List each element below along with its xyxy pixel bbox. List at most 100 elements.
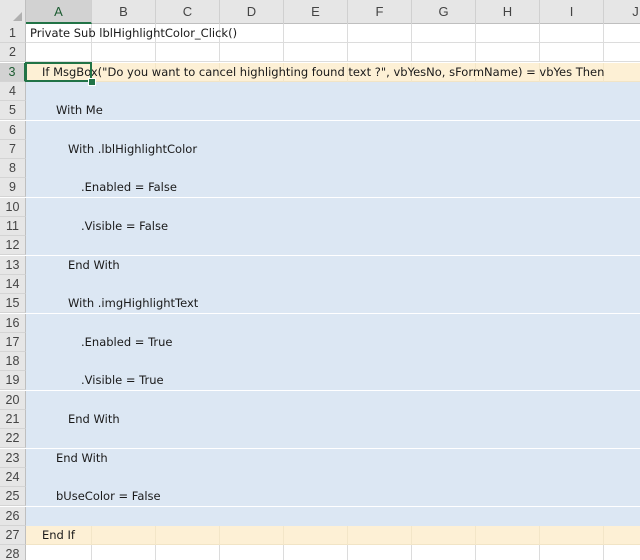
row-header-24[interactable]: 24 xyxy=(0,468,26,487)
select-all-button[interactable] xyxy=(0,0,26,24)
column-header-c[interactable]: C xyxy=(156,0,220,24)
row-header-19[interactable]: 19 xyxy=(0,371,26,390)
sheet-row[interactable]: End If xyxy=(26,526,640,545)
column-gridline xyxy=(155,101,156,120)
column-gridline xyxy=(539,314,540,333)
sheet-row[interactable]: .Visible = False xyxy=(26,217,640,236)
sheet-row[interactable]: With .lblHighlightColor xyxy=(26,140,640,159)
row-header-17[interactable]: 17 xyxy=(0,333,26,352)
column-gridline xyxy=(347,410,348,429)
row-header-27[interactable]: 27 xyxy=(0,526,26,545)
cell-a25[interactable]: bUseColor = False xyxy=(56,487,161,506)
sheet-row[interactable] xyxy=(26,121,640,140)
sheet-row[interactable] xyxy=(26,236,640,255)
sheet-row[interactable]: With Me xyxy=(26,101,640,120)
column-header-b[interactable]: B xyxy=(92,0,156,24)
sheet-row[interactable] xyxy=(26,43,640,62)
column-gridline xyxy=(91,468,92,487)
sheet-row[interactable]: End With xyxy=(26,449,640,468)
row-header-25[interactable]: 25 xyxy=(0,487,26,506)
sheet-row[interactable] xyxy=(26,352,640,371)
sheet-row[interactable] xyxy=(26,314,640,333)
row-header-23[interactable]: 23 xyxy=(0,449,26,468)
row-header-28[interactable]: 28 xyxy=(0,545,26,560)
cell-a13[interactable]: End With xyxy=(68,256,120,275)
row-header-22[interactable]: 22 xyxy=(0,429,26,448)
column-gridline xyxy=(283,140,284,159)
sheet-row[interactable]: With .imgHighlightText xyxy=(26,294,640,313)
row-header-3[interactable]: 3 xyxy=(0,63,26,82)
column-header-g[interactable]: G xyxy=(412,0,476,24)
sheet-row[interactable] xyxy=(26,391,640,410)
sheet-row[interactable] xyxy=(26,545,640,560)
column-gridline xyxy=(347,24,348,43)
cell-a27[interactable]: End If xyxy=(42,526,75,545)
cell-a21[interactable]: End With xyxy=(68,410,120,429)
sheet-row[interactable]: .Visible = True xyxy=(26,371,640,390)
row-header-13[interactable]: 13 xyxy=(0,256,26,275)
column-header-a[interactable]: A xyxy=(26,0,92,24)
column-gridline xyxy=(411,43,412,62)
column-header-j[interactable]: J xyxy=(604,0,640,24)
column-gridline xyxy=(539,198,540,217)
row-header-2[interactable]: 2 xyxy=(0,43,26,62)
row-header-1[interactable]: 1 xyxy=(0,24,26,43)
cell-a7[interactable]: With .lblHighlightColor xyxy=(68,140,197,159)
column-header-i[interactable]: I xyxy=(540,0,604,24)
cell-a15[interactable]: With .imgHighlightText xyxy=(68,294,198,313)
column-header-d[interactable]: D xyxy=(220,0,284,24)
row-header-21[interactable]: 21 xyxy=(0,410,26,429)
column-gridline xyxy=(347,352,348,371)
row-header-5[interactable]: 5 xyxy=(0,101,26,120)
row-header-6[interactable]: 6 xyxy=(0,121,26,140)
column-gridline xyxy=(411,82,412,101)
sheet-row[interactable]: End With xyxy=(26,410,640,429)
column-header-e[interactable]: E xyxy=(284,0,348,24)
row-header-4[interactable]: 4 xyxy=(0,82,26,101)
sheet-row[interactable]: bUseColor = False xyxy=(26,487,640,506)
cell-a1[interactable]: Private Sub lblHighlightColor_Click() xyxy=(30,24,237,43)
row-header-14[interactable]: 14 xyxy=(0,275,26,294)
row-header-16[interactable]: 16 xyxy=(0,314,26,333)
fill-handle[interactable] xyxy=(88,78,96,86)
sheet-row[interactable]: .Enabled = True xyxy=(26,333,640,352)
sheet-row[interactable] xyxy=(26,507,640,526)
row-header-11[interactable]: 11 xyxy=(0,217,26,236)
cell-a9[interactable]: .Enabled = False xyxy=(81,178,177,197)
row-header-7[interactable]: 7 xyxy=(0,140,26,159)
column-gridline xyxy=(539,371,540,390)
row-header-15[interactable]: 15 xyxy=(0,294,26,313)
cell-a17[interactable]: .Enabled = True xyxy=(81,333,173,352)
column-header-f[interactable]: F xyxy=(348,0,412,24)
sheet-row[interactable] xyxy=(26,159,640,178)
column-gridline xyxy=(475,507,476,526)
sheet-row[interactable] xyxy=(26,429,640,448)
column-gridline xyxy=(283,352,284,371)
sheet-row[interactable] xyxy=(26,198,640,217)
sheet-row[interactable]: .Enabled = False xyxy=(26,178,640,197)
cell-a5[interactable]: With Me xyxy=(56,101,103,120)
row-header-26[interactable]: 26 xyxy=(0,507,26,526)
row-header-8[interactable]: 8 xyxy=(0,159,26,178)
cell-a3[interactable]: If MsgBox("Do you want to cancel highlig… xyxy=(42,63,604,82)
column-gridline xyxy=(219,352,220,371)
cell-a19[interactable]: .Visible = True xyxy=(81,371,164,390)
sheet-row[interactable] xyxy=(26,468,640,487)
sheet-row[interactable]: End With xyxy=(26,256,640,275)
column-gridline xyxy=(155,410,156,429)
row-header-9[interactable]: 9 xyxy=(0,178,26,197)
spreadsheet-grid[interactable]: ABCDEFGHIJ 1 Private Sub lblHighlightColo… xyxy=(0,0,640,560)
row-header-10[interactable]: 10 xyxy=(0,198,26,217)
sheet-row[interactable]: Private Sub lblHighlightColor_Click() xyxy=(26,24,640,43)
column-header-h[interactable]: H xyxy=(476,0,540,24)
sheet-row[interactable] xyxy=(26,82,640,101)
row-header-18[interactable]: 18 xyxy=(0,352,26,371)
cell-a23[interactable]: End With xyxy=(56,449,108,468)
row-header-20[interactable]: 20 xyxy=(0,391,26,410)
column-gridline xyxy=(539,449,540,468)
sheet-row[interactable]: If MsgBox("Do you want to cancel highlig… xyxy=(26,63,640,82)
column-gridline xyxy=(411,198,412,217)
sheet-row[interactable] xyxy=(26,275,640,294)
cell-a11[interactable]: .Visible = False xyxy=(81,217,168,236)
row-header-12[interactable]: 12 xyxy=(0,236,26,255)
